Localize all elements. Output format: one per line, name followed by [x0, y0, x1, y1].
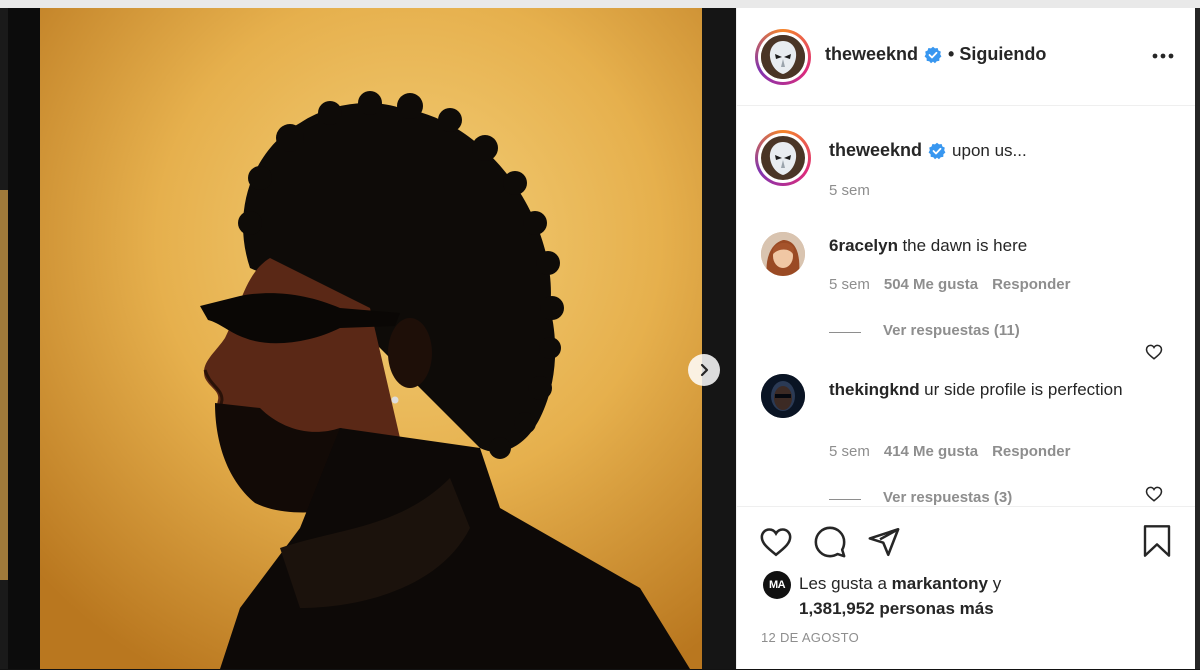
background-thumbnail [0, 190, 8, 580]
replies-divider [829, 499, 861, 500]
more-options-button[interactable] [1151, 44, 1175, 68]
comment-button[interactable] [813, 525, 849, 561]
caption-line: theweeknd upon us... [829, 140, 1027, 161]
view-replies-button[interactable]: Ver respuestas (11) [883, 322, 1020, 339]
heart-icon [1145, 486, 1163, 502]
user-photo-icon [761, 374, 805, 418]
liker-avatar[interactable]: MA [763, 571, 791, 599]
post-photo [40, 8, 710, 669]
liker-username[interactable]: markantony [892, 574, 988, 593]
comment-username[interactable]: 6racelyn [829, 236, 898, 255]
post-actions: MA Les gusta a markantony y 1,381,952 pe… [737, 506, 1195, 670]
follow-status[interactable]: • Siguiendo [948, 44, 1046, 65]
paper-plane-icon [868, 527, 900, 557]
post-header: theweeknd • Siguiendo [737, 8, 1195, 106]
comments-section: theweeknd upon us... 5 sem 6racelyn the … [737, 106, 1195, 506]
commenter-avatar[interactable] [761, 232, 805, 276]
liker-avatar-initials: MA [768, 579, 786, 591]
header-identity: theweeknd • Siguiendo [825, 44, 1046, 65]
comment-like-button[interactable] [1145, 485, 1165, 505]
replies-divider [829, 332, 861, 333]
caption-avatar[interactable] [761, 136, 805, 180]
comment-bubble-icon [814, 526, 846, 558]
bookmark-icon [1143, 525, 1171, 557]
comment-reply-button[interactable]: Responder [992, 276, 1070, 293]
author-avatar[interactable] [761, 35, 805, 79]
comment-meta: 5 sem 414 Me gusta Responder [829, 443, 1070, 460]
comment-body: 6racelyn the dawn is here [829, 236, 1027, 256]
save-button[interactable] [1141, 523, 1177, 561]
view-replies-button[interactable]: Ver respuestas (3) [883, 489, 1012, 506]
likes-count[interactable]: 1,381,952 personas más [799, 599, 994, 618]
heart-icon [1145, 344, 1163, 360]
likes-joiner: y [992, 574, 1002, 593]
commenter-avatar[interactable] [761, 374, 805, 418]
heart-icon [760, 528, 792, 557]
comment-time[interactable]: 5 sem [829, 276, 870, 293]
more-dots-icon [1152, 53, 1174, 59]
comment-meta: 5 sem 504 Me gusta Responder [829, 276, 1070, 293]
mask-avatar-icon [761, 136, 805, 180]
user-photo-icon [761, 232, 805, 276]
share-button[interactable] [867, 525, 903, 561]
post-panel: theweeknd • Siguiendo theweeknd upon us.… [736, 8, 1195, 669]
comment-text: ur side profile is perfection [924, 380, 1123, 399]
silhouette-portrait [40, 8, 710, 669]
comment-like-button[interactable] [1145, 343, 1165, 363]
comment-username[interactable]: thekingknd [829, 380, 920, 399]
next-media-button[interactable] [688, 354, 720, 386]
comment-likes[interactable]: 414 Me gusta [884, 443, 978, 460]
post-media [8, 8, 736, 669]
verified-badge-icon [924, 46, 942, 63]
caption-text: upon us... [952, 140, 1027, 160]
comment-time[interactable]: 5 sem [829, 443, 870, 460]
like-button[interactable] [759, 525, 795, 561]
caption-username[interactable]: theweeknd [829, 140, 922, 161]
comment-text: the dawn is here [902, 236, 1028, 255]
chevron-right-icon [700, 363, 709, 377]
post-date[interactable]: 12 DE AGOSTO [761, 630, 859, 645]
comment-likes[interactable]: 504 Me gusta [884, 276, 978, 293]
caption-time[interactable]: 5 sem [829, 182, 870, 199]
media-right-edge [702, 8, 736, 669]
likes-summary: Les gusta a markantony y 1,381,952 perso… [799, 571, 1001, 621]
author-username[interactable]: theweeknd [825, 44, 918, 65]
mask-avatar-icon [761, 35, 805, 79]
comment-reply-button[interactable]: Responder [992, 443, 1070, 460]
top-strip [0, 0, 1200, 8]
comment-body: thekingknd ur side profile is perfection [829, 378, 1129, 403]
likes-prefix: Les gusta a [799, 574, 887, 593]
verified-badge-icon [928, 142, 946, 159]
